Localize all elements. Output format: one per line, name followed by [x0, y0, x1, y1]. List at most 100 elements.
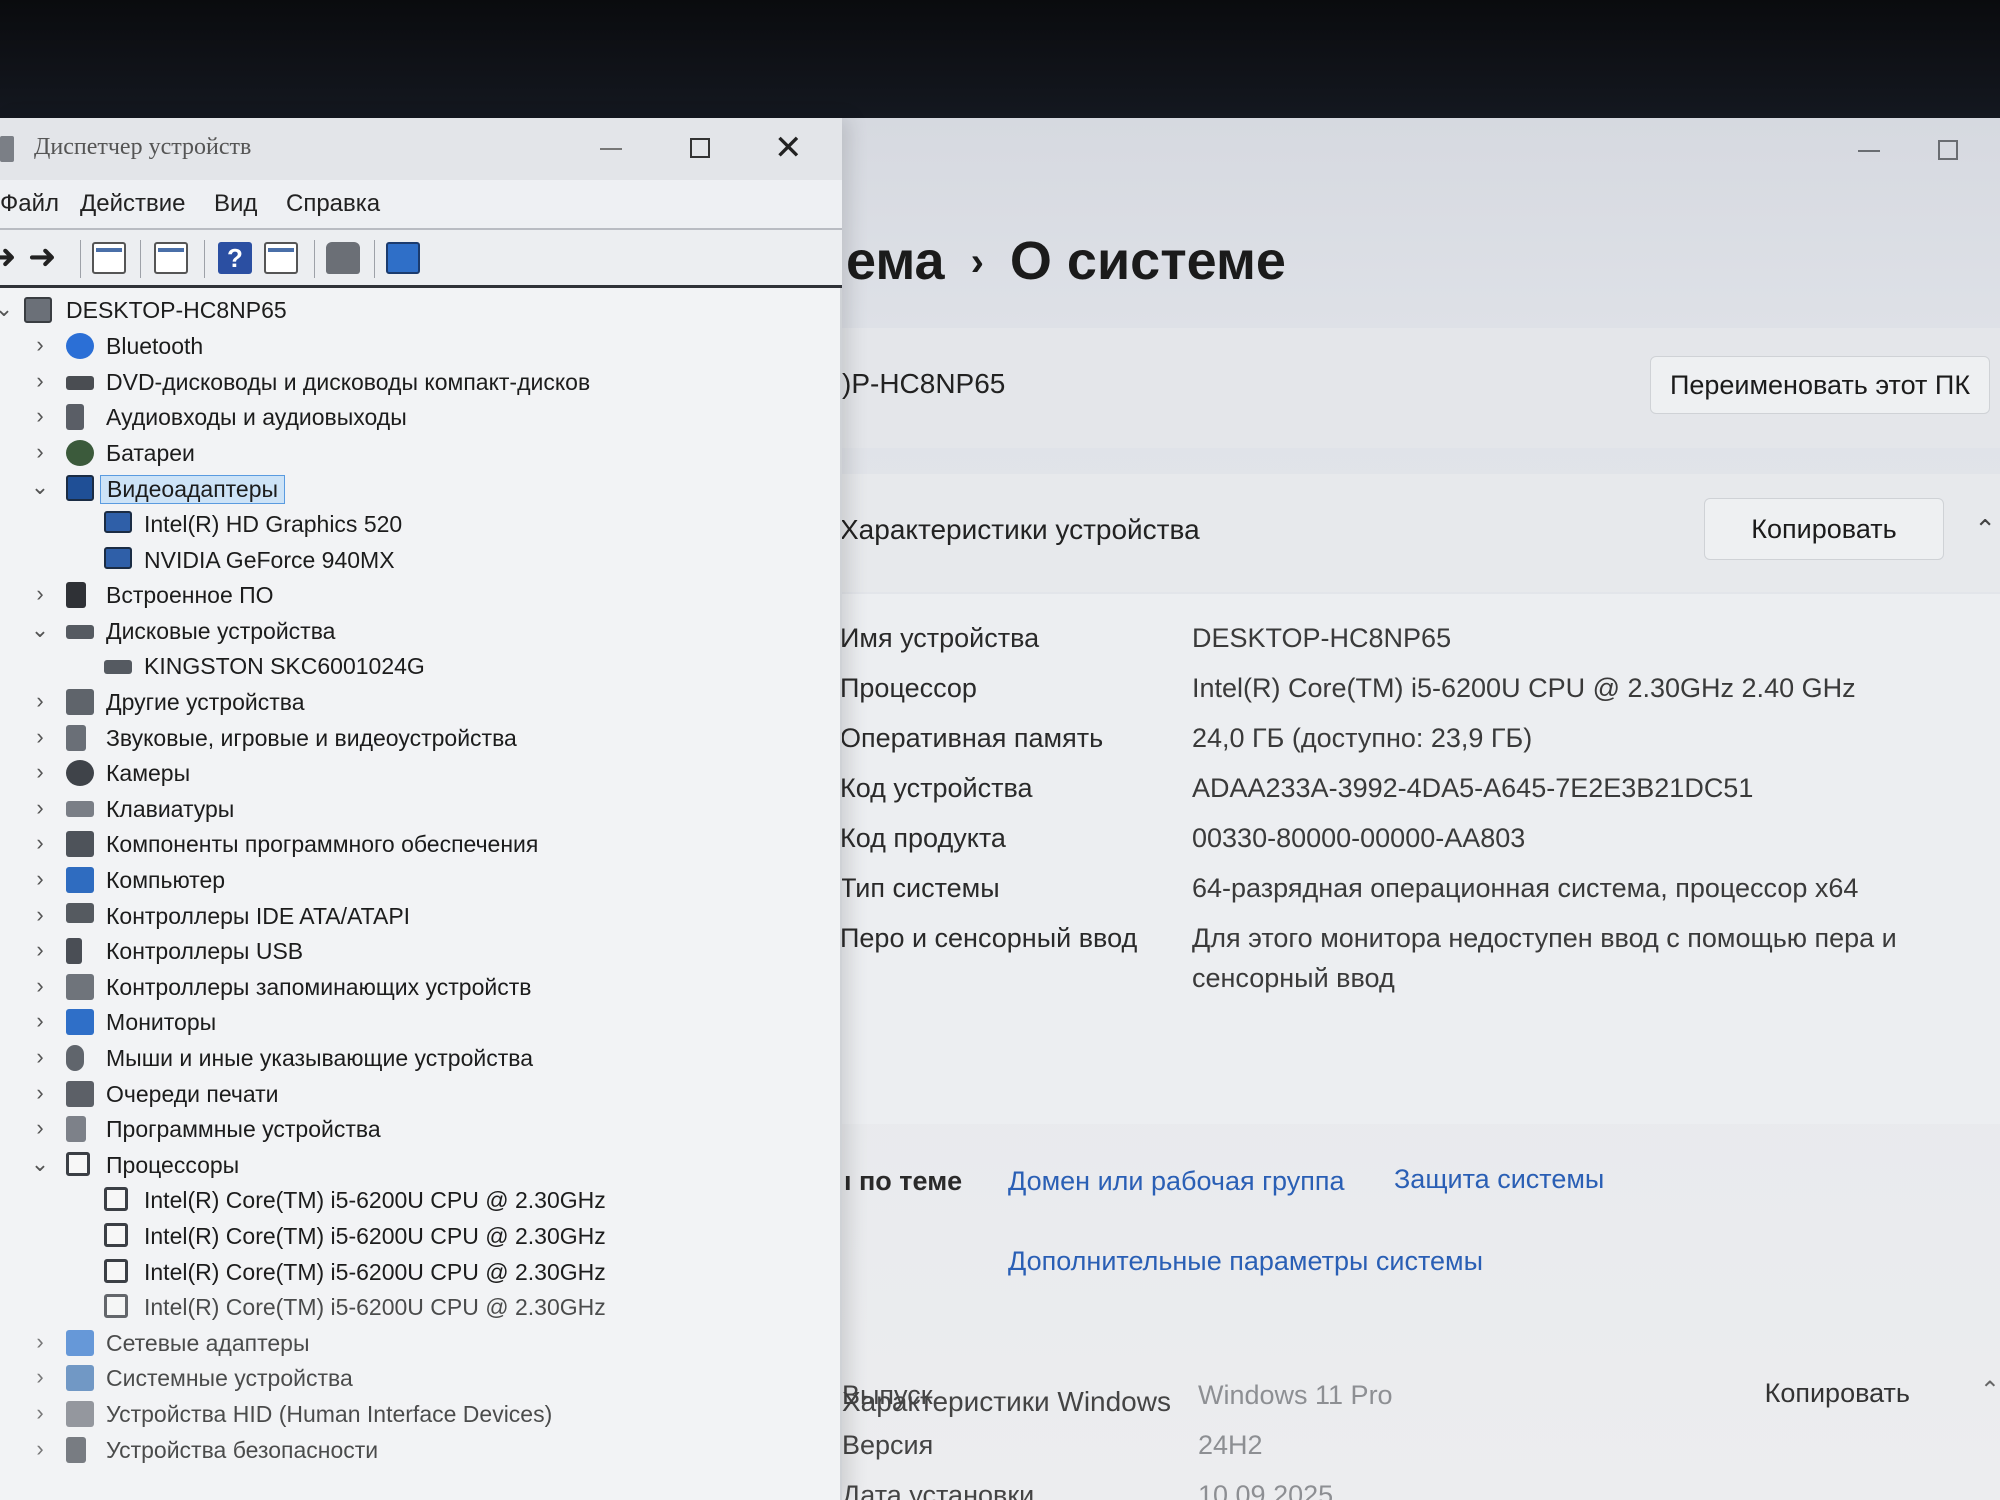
- back-arrow-icon[interactable]: ➜: [0, 240, 28, 274]
- toolbar-separator: [204, 240, 205, 278]
- chevron-down-icon[interactable]: ⌄: [30, 474, 50, 500]
- device-label: Процессоры: [106, 1151, 240, 1178]
- device-label: Компьютер: [106, 867, 226, 893]
- chevron-right-icon[interactable]: ›: [30, 1008, 50, 1034]
- chevron-right-icon[interactable]: ›: [30, 1436, 50, 1462]
- chevron-right-icon[interactable]: ›: [30, 902, 50, 928]
- processor-icon: [104, 1223, 128, 1247]
- spec-key: Перо и сенсорный ввод: [840, 923, 1138, 953]
- chevron-right-icon[interactable]: ›: [30, 759, 50, 785]
- chevron-right-icon[interactable]: ›: [30, 1400, 50, 1426]
- forward-arrow-icon[interactable]: ➜: [28, 240, 68, 274]
- chevron-up-icon[interactable]: ⌃: [1980, 1376, 2000, 1405]
- menu-bar: Файл Действие Вид Справка: [0, 180, 842, 230]
- minimize-button[interactable]: [600, 148, 622, 150]
- spec-key: Оперативная память: [840, 723, 1104, 753]
- device-label: Аудиовходы и аудиовыходы: [106, 404, 407, 431]
- chevron-up-icon[interactable]: ⌃: [1974, 514, 1996, 545]
- windows-specs-header[interactable]: Характеристики Windows Копировать ⌃: [830, 1356, 2000, 1446]
- scan-hardware-icon[interactable]: [386, 242, 420, 274]
- chevron-right-icon[interactable]: ›: [30, 1115, 50, 1141]
- chevron-right-icon[interactable]: ›: [30, 1364, 50, 1390]
- spec-value: ADAA233A-3992-4DA5-A645-7E2E3B21DC51: [1192, 773, 1754, 803]
- chevron-right-icon[interactable]: ›: [30, 1329, 50, 1355]
- processor-icon: [104, 1187, 128, 1212]
- chevron-right-icon[interactable]: ›: [30, 581, 50, 607]
- chevron-right-icon[interactable]: ›: [30, 332, 50, 358]
- system-protection-link[interactable]: Защита системы: [1394, 1164, 1604, 1195]
- print-queue-icon: [66, 1080, 94, 1107]
- chevron-right-icon[interactable]: ›: [30, 403, 50, 429]
- security-device-icon: [66, 1436, 86, 1463]
- domain-workgroup-link[interactable]: Домен или рабочая группа: [1008, 1166, 1344, 1197]
- spec-key: Код продукта: [840, 823, 1006, 853]
- show-hide-console-tree-icon[interactable]: [92, 242, 126, 274]
- chevron-right-icon[interactable]: ›: [30, 795, 50, 821]
- spec-key: Выпуск: [842, 1380, 933, 1410]
- close-button[interactable]: ✕: [774, 128, 803, 168]
- spec-key: Версия: [842, 1430, 934, 1460]
- battery-icon: [66, 439, 94, 466]
- device-label: Системные устройства: [106, 1365, 353, 1392]
- window-title: Диспетчер устройств: [34, 134, 252, 160]
- hid-icon: [66, 1401, 94, 1427]
- spec-key: Имя устройства: [840, 623, 1040, 653]
- chevron-right-icon[interactable]: ›: [30, 866, 50, 892]
- chevron-down-icon[interactable]: ⌄: [0, 296, 14, 322]
- computer-icon: [66, 867, 94, 893]
- action-pane-icon[interactable]: [264, 242, 298, 274]
- menu-file[interactable]: Файл: [0, 190, 59, 218]
- toolbar: ➜ ➜ ?: [0, 230, 842, 288]
- chevron-right-icon[interactable]: ›: [30, 368, 50, 394]
- menu-view[interactable]: Вид: [214, 190, 257, 218]
- chevron-right-icon[interactable]: ›: [30, 724, 50, 750]
- copy-device-specs-button[interactable]: Копировать: [1704, 498, 1944, 560]
- chevron-right-icon[interactable]: ›: [30, 973, 50, 999]
- network-adapter-icon: [66, 1329, 94, 1356]
- settings-window: ема › О системе )P-HC8NP65 Переименовать э…: [830, 118, 2000, 1500]
- update-driver-icon[interactable]: [326, 242, 360, 274]
- system-device-icon: [66, 1365, 94, 1392]
- maximize-button[interactable]: [1938, 140, 1958, 160]
- firmware-icon: [66, 582, 86, 609]
- minimize-button[interactable]: [1858, 150, 1880, 152]
- maximize-button[interactable]: [690, 138, 710, 158]
- breadcrumb-parent[interactable]: ема: [846, 231, 945, 291]
- advanced-system-settings-link[interactable]: Дополнительные параметры системы: [1008, 1246, 1483, 1277]
- chevron-right-icon[interactable]: ›: [30, 937, 50, 963]
- chevron-down-icon[interactable]: ⌄: [30, 1151, 50, 1177]
- screen-bezel: [0, 0, 2000, 120]
- device-label: Контроллеры USB: [106, 938, 304, 965]
- chevron-right-icon[interactable]: ›: [30, 688, 50, 714]
- keyboard-icon: [66, 800, 94, 817]
- device-label: Клавиатуры: [106, 795, 235, 822]
- chevron-right-icon[interactable]: ›: [30, 1044, 50, 1070]
- device-specs-header[interactable]: Характеристики устройства Копировать ⌃: [830, 474, 2000, 592]
- dvd-drive-icon: [66, 375, 94, 390]
- chevron-right-icon[interactable]: ›: [30, 1080, 50, 1106]
- device-label: Камеры: [106, 760, 191, 787]
- device-manager-icon: [0, 136, 14, 162]
- chevron-down-icon[interactable]: ⌄: [30, 617, 50, 643]
- device-label: Intel(R) Core(TM) i5-6200U CPU @ 2.30GHz: [144, 1187, 606, 1214]
- device-specs-list: Имя устройства DESKTOP-HC8NP65 Процессор…: [830, 594, 2000, 1124]
- rename-pc-button[interactable]: Переименовать этот ПК: [1650, 356, 1990, 414]
- chevron-right-icon[interactable]: ›: [30, 830, 50, 856]
- device-label: Устройства HID (Human Interface Devices): [106, 1401, 553, 1427]
- menu-help[interactable]: Справка: [286, 190, 380, 218]
- device-label: Bluetooth: [106, 333, 204, 359]
- spec-key: Процессор: [840, 673, 977, 703]
- mouse-icon: [66, 1045, 84, 1071]
- spec-value: 00330-80000-00000-AA803: [1192, 823, 1526, 853]
- chevron-right-icon[interactable]: ›: [30, 439, 50, 465]
- device-specs-title: Характеристики устройства: [840, 514, 1200, 545]
- help-icon[interactable]: ?: [218, 242, 252, 274]
- device-label: Intel(R) HD Graphics 520: [144, 511, 403, 537]
- computer-icon: [24, 297, 52, 323]
- copy-windows-specs-button[interactable]: Копировать: [1765, 1378, 1910, 1409]
- software-component-icon: [66, 831, 94, 858]
- properties-icon[interactable]: [154, 242, 188, 274]
- menu-action[interactable]: Действие: [80, 190, 186, 218]
- title-bar[interactable]: Диспетчер устройств ✕: [0, 118, 842, 180]
- toolbar-separator: [374, 240, 375, 278]
